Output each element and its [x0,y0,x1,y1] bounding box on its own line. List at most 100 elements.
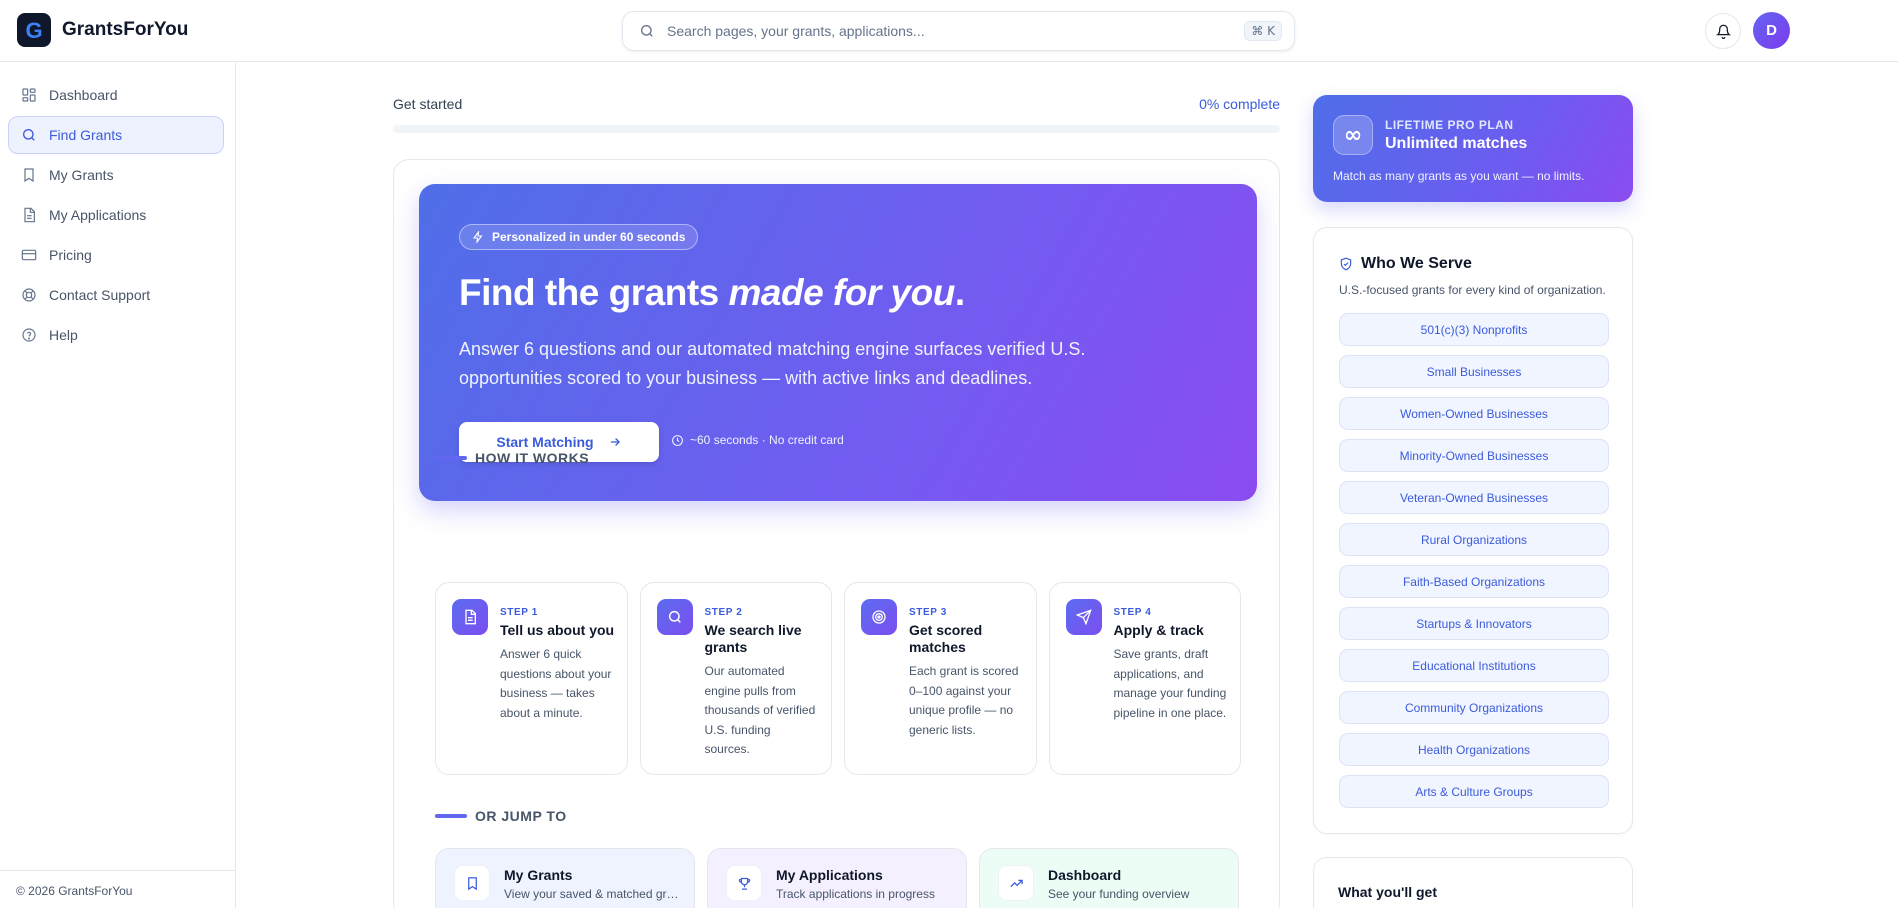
grid-icon [22,88,36,102]
search-input[interactable] [667,23,1245,39]
hero-description: Answer 6 questions and our automated mat… [459,339,1086,388]
credit-card-icon [21,249,37,261]
who-we-serve-list: 501(c)(3) Nonprofits Small Businesses Wo… [1339,313,1609,817]
search-shortcut: ⌘ K [1244,21,1282,41]
what-you-get-card: What you'll get [1313,857,1633,908]
sidebar-item-label: Help [49,327,78,343]
jump-title: Dashboard [1048,867,1122,883]
steps-list: STEP 1 Tell us about you Answer 6 quick … [435,582,1241,775]
plan-kicker: LIFETIME PRO PLAN [1385,118,1514,132]
who-we-serve-subtitle: U.S.-focused grants for every kind of or… [1339,283,1606,297]
plan-card[interactable]: ∞ LIFETIME PRO PLAN Unlimited matches Ma… [1313,95,1633,202]
jump-description: Track applications in progress [776,887,935,901]
serve-chip[interactable]: Veteran-Owned Businesses [1339,481,1609,514]
step-description: Save grants, draft applications, and man… [1113,647,1227,720]
serve-chip[interactable]: Community Organizations [1339,691,1609,724]
send-icon [1075,609,1092,625]
hero-badge-text: Personalized in under 60 seconds [492,230,686,244]
step-card: STEP 2 We search live grants Our automat… [639,582,832,775]
step-title: Get scored matches [909,622,983,655]
jump-icon-wrap [998,865,1034,901]
search-icon [641,25,653,37]
heading-accent-bar [435,814,467,818]
jump-description: See your funding overview [1048,887,1190,901]
sidebar: Dashboard Find Grants My Grants My Appli… [0,62,236,908]
who-we-serve-card: Who We Serve U.S.-focused grants for eve… [1313,227,1633,834]
search-bar[interactable]: ⌘ K [622,11,1295,51]
serve-chip[interactable]: Startups & Innovators [1339,607,1609,640]
serve-chip[interactable]: Small Businesses [1339,355,1609,388]
hero-meta: ~60 seconds · No credit card [671,433,844,447]
serve-chip[interactable]: Health Organizations [1339,733,1609,766]
jump-dashboard[interactable]: Dashboard See your funding overview [979,848,1239,908]
sidebar-item-label: Pricing [49,247,92,263]
plan-description: Match as many grants as you want — no li… [1333,169,1585,183]
serve-chip[interactable]: Faith-Based Organizations [1339,565,1609,598]
avatar[interactable]: D [1753,12,1790,49]
sidebar-item-help[interactable]: Help [8,316,224,354]
target-icon [872,610,886,624]
main-card: Personalized in under 60 seconds Find th… [393,159,1280,908]
who-we-serve-heading: Who We Serve [1339,255,1472,273]
help-circle-icon [22,328,36,342]
step-number: STEP 3 [909,607,947,618]
serve-chip[interactable]: Rural Organizations [1339,523,1609,556]
jump-description: View your saved & matched grants [504,887,680,901]
jump-to-heading: OR JUMP TO [435,808,567,824]
sidebar-item-label: Find Grants [49,127,123,143]
serve-chip[interactable]: Women-Owned Businesses [1339,397,1609,430]
serve-chip[interactable]: Arts & Culture Groups [1339,775,1609,808]
jump-icon-wrap [454,865,490,901]
jump-my-grants[interactable]: My Grants View your saved & matched gran… [435,848,695,908]
hero-badge: Personalized in under 60 seconds [459,224,699,250]
sidebar-item-label: My Applications [49,207,147,223]
clock-icon [672,434,683,446]
who-we-serve-title: Who We Serve [1361,255,1472,272]
progress-percent: 0% complete [1199,96,1280,112]
lifebuoy-icon [22,288,36,302]
step-description: Each grant is scored 0–100 against your … [909,664,1019,737]
sidebar-item-label: Contact Support [49,287,151,303]
sidebar-item-label: Dashboard [49,87,118,103]
serve-chip[interactable]: Minority-Owned Businesses [1339,439,1609,472]
infinity-icon: ∞ [1333,115,1373,155]
brand-logo: G [17,13,51,47]
svg-text:G: G [25,18,42,43]
trending-up-icon [1009,879,1023,887]
how-it-works-title: HOW IT WORKS [475,450,590,466]
hero-title-emphasis: made for you [728,272,956,313]
brand-name: GrantsForYou [62,19,189,40]
sidebar-item-contact-support[interactable]: Contact Support [8,276,224,314]
progress-bar [393,125,1280,133]
jump-title: My Applications [776,867,883,883]
what-you-get-title: What you'll get [1338,884,1437,900]
start-matching-label: Start Matching [496,434,594,450]
document-icon [24,207,35,223]
notifications-button[interactable] [1705,13,1741,49]
serve-chip[interactable]: Educational Institutions [1339,649,1609,682]
shield-check-icon [1340,257,1352,271]
trophy-icon [738,877,750,890]
jump-icon-wrap [726,865,762,901]
plan-title: Unlimited matches [1385,135,1528,152]
sidebar-item-find-grants[interactable]: Find Grants [8,116,224,154]
jump-my-applications[interactable]: My Applications Track applications in pr… [707,848,967,908]
sidebar-item-my-grants[interactable]: My Grants [8,156,224,194]
sidebar-item-label: My Grants [49,167,114,183]
sidebar-item-pricing[interactable]: Pricing [8,236,224,274]
serve-chip[interactable]: 501(c)(3) Nonprofits [1339,313,1609,346]
jump-to-list: My Grants View your saved & matched gran… [435,848,1241,908]
sidebar-item-my-applications[interactable]: My Applications [8,196,224,234]
step-title: We search live grants [704,622,802,655]
step-icon-wrap [1065,599,1102,635]
sidebar-item-dashboard[interactable]: Dashboard [8,76,224,114]
brand[interactable]: G GrantsForYou [17,13,188,47]
step-description: Answer 6 quick questions about your busi… [500,647,612,720]
step-number: STEP 4 [1113,607,1152,618]
lightning-icon [472,231,483,243]
heading-accent-bar [435,456,467,460]
hero-title: Find the grants made for you. [459,272,965,314]
step-title: Apply & track [1113,622,1204,638]
step-card: STEP 1 Tell us about you Answer 6 quick … [435,582,628,775]
step-number: STEP 1 [500,607,538,618]
